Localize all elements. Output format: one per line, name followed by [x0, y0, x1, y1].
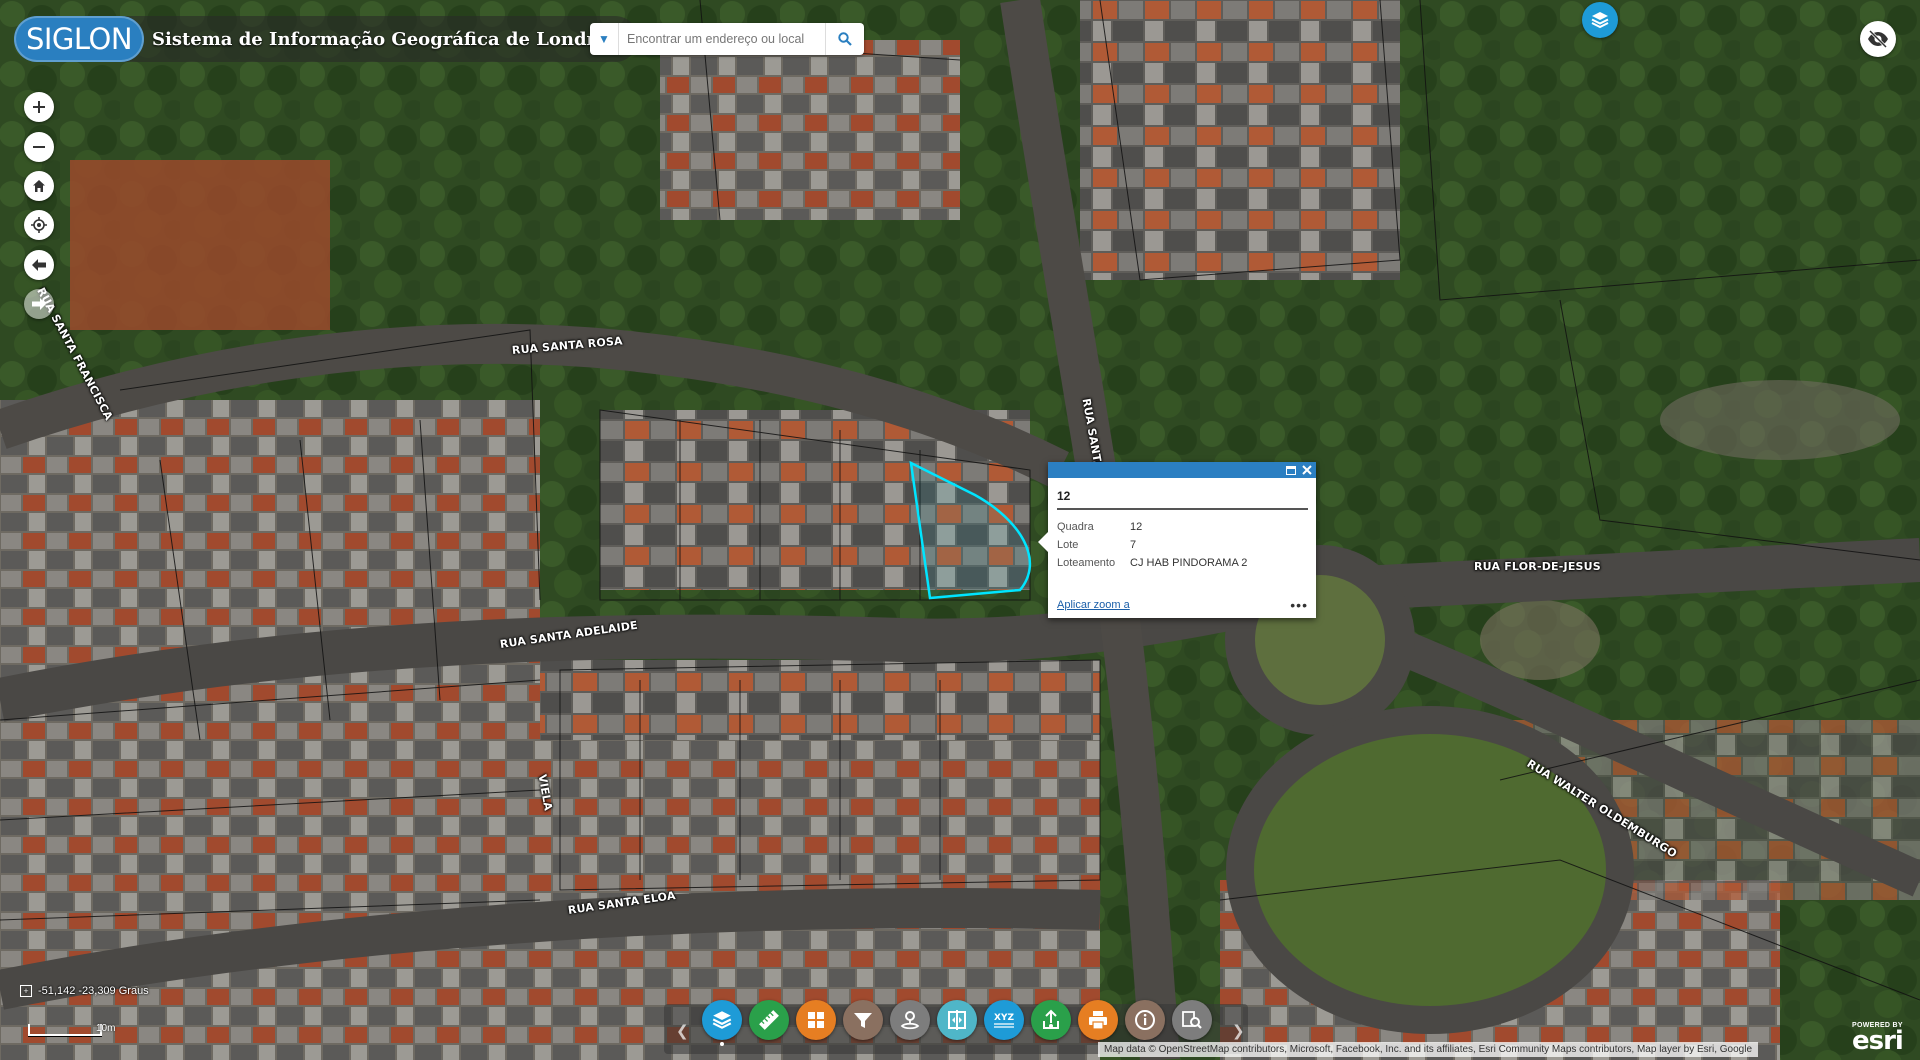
esri-wordmark: esri [1852, 1026, 1904, 1056]
toolbar-next-arrow[interactable]: ❯ [1232, 1022, 1245, 1040]
search-box: ▼ [590, 23, 864, 55]
search-icon [838, 32, 852, 46]
popup-title: 12 [1057, 489, 1308, 510]
swipe-icon [948, 1010, 966, 1030]
street-label: RUA FLOR-DE-JESUS [1474, 560, 1601, 573]
attribute-row: Lote 7 [1057, 536, 1247, 554]
attribute-row: Loteamento CJ HAB PINDORAMA 2 [1057, 554, 1247, 572]
popup-footer: Aplicar zoom a ••• [1057, 598, 1308, 612]
map-view[interactable]: RUA SANTA ROSA RUA SANTA FRANCISCA RUA S… [0, 0, 1920, 1060]
ruler-icon [759, 1010, 779, 1030]
coordinate-text: -51,142 -23,309 Graus [38, 985, 149, 997]
previous-extent-button[interactable] [24, 250, 54, 280]
layers-icon [1591, 12, 1609, 29]
query-icon [1182, 1011, 1202, 1029]
tool-basemap[interactable] [796, 1000, 836, 1040]
tool-measure[interactable] [749, 1000, 789, 1040]
attribute-key: Quadra [1057, 521, 1094, 533]
locate-icon [31, 217, 47, 233]
attribute-row: Quadra 12 [1057, 518, 1247, 536]
tool-query[interactable] [1172, 1000, 1212, 1040]
tool-share[interactable] [1031, 1000, 1071, 1040]
next-extent-button[interactable] [24, 289, 54, 319]
info-icon [1135, 1010, 1155, 1030]
popup-attributes: Quadra 12 Lote 7 Loteamento CJ HAB PINDO… [1057, 518, 1247, 572]
active-indicator [720, 1042, 724, 1046]
feature-popup: 12 Quadra 12 Lote 7 Loteamento CJ HAB PI… [1038, 462, 1316, 618]
tool-swipe[interactable] [937, 1000, 977, 1040]
layers-icon [712, 1011, 732, 1029]
app-header: SIGLON Sistema de Informação Geográfica … [14, 16, 638, 62]
share-icon [1043, 1009, 1059, 1029]
search-button[interactable] [825, 23, 864, 55]
coordinate-display: + -51,142 -23,309 Graus [20, 985, 149, 997]
arrow-right-icon [32, 298, 46, 310]
print-icon [1089, 1011, 1107, 1030]
zoom-out-button[interactable] [24, 132, 54, 162]
satellite-imagery [0, 0, 1920, 1060]
locate-button[interactable] [24, 210, 54, 240]
zoom-to-link[interactable]: Aplicar zoom a [1057, 599, 1130, 611]
tool-layers[interactable] [702, 1000, 742, 1040]
popup-titlebar [1048, 462, 1316, 478]
maximize-button[interactable] [1284, 463, 1298, 477]
close-button[interactable] [1300, 463, 1314, 477]
maximize-icon [1286, 465, 1296, 475]
toggle-visibility-button[interactable] [1860, 21, 1896, 57]
filter-icon [854, 1013, 872, 1028]
popup-pointer [1038, 532, 1048, 552]
crosshair-icon[interactable]: + [20, 985, 32, 997]
arrow-left-icon [32, 259, 46, 271]
plus-icon [33, 101, 45, 113]
tool-coordinates[interactable]: XYZ [984, 1000, 1024, 1040]
zoom-in-button[interactable] [24, 92, 54, 122]
more-options-button[interactable]: ••• [1290, 598, 1308, 612]
tool-directions[interactable] [890, 1000, 930, 1040]
tool-filter[interactable] [843, 1000, 883, 1040]
scale-label: 10m [96, 1023, 116, 1034]
search-input[interactable] [619, 25, 825, 53]
attribute-value: CJ HAB PINDORAMA 2 [1130, 557, 1248, 569]
siglon-logo[interactable]: SIGLON [14, 16, 144, 62]
attribute-key: Loteamento [1057, 557, 1116, 569]
xyz-label: XYZ [994, 1013, 1014, 1023]
home-icon [33, 180, 45, 192]
attribute-value: 12 [1130, 521, 1143, 533]
attribute-value: 7 [1130, 539, 1137, 551]
attribute-key: Lote [1057, 539, 1079, 551]
chevron-down-icon[interactable]: ▼ [590, 23, 619, 55]
home-button[interactable] [24, 171, 54, 201]
toolbar-prev-arrow[interactable]: ❮ [676, 1022, 689, 1040]
esri-logo[interactable]: POWERED BY esri [1852, 1022, 1904, 1056]
grid-icon [808, 1012, 824, 1028]
scale-bar [28, 1024, 102, 1036]
close-icon [1302, 465, 1312, 475]
map-attribution[interactable]: Map data © OpenStreetMap contributors, M… [1098, 1042, 1759, 1057]
tool-about[interactable] [1125, 1000, 1165, 1040]
app-title: Sistema de Informação Geográfica de Lond… [152, 28, 628, 50]
xyz-icon: XYZ [994, 1013, 1014, 1028]
tool-print[interactable] [1078, 1000, 1118, 1040]
eye-off-icon [1868, 30, 1888, 48]
layer-list-button[interactable] [1582, 2, 1618, 38]
minus-icon [33, 146, 45, 148]
route-icon [900, 1011, 920, 1030]
